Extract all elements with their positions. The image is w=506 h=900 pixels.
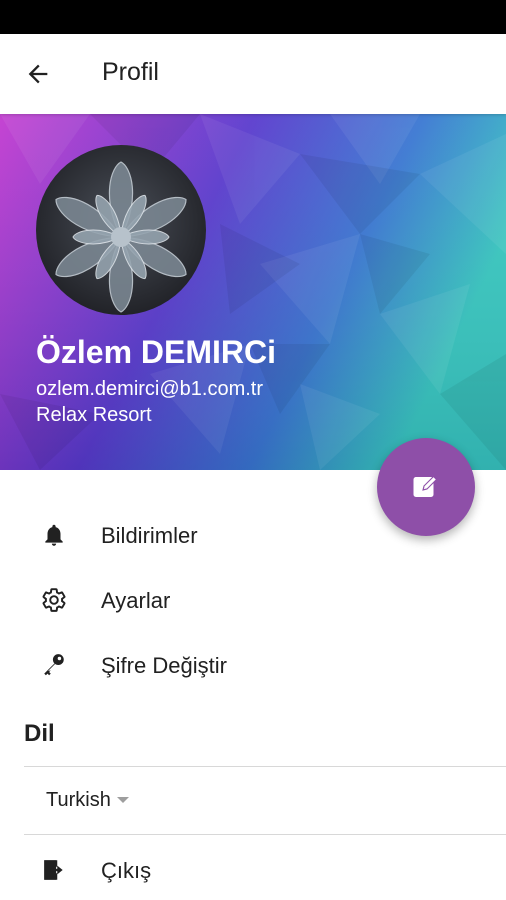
edit-icon [413,475,438,497]
menu-item-label: Bildirimler [101,523,198,548]
key-icon [40,651,68,679]
language-select[interactable]: Turkish [46,785,129,815]
menu-item-label: Şifre Değiştir [101,653,227,678]
edit-profile-button[interactable] [377,438,475,536]
menu-item-label: Ayarlar [101,588,171,613]
dropdown-arrow-icon [116,797,129,803]
divider [24,766,506,767]
profile-email: ozlem.demirci@b1.com.tr [36,378,264,400]
menu-item-label: Çıkış [101,858,152,883]
status-bar [0,0,506,34]
page-title: Profil [102,58,159,86]
app-bar: Profil [0,34,506,114]
profile-company: Relax Resort [36,404,152,426]
profile-name: Özlem DEMIRCi [36,334,277,370]
arrow-back-icon [28,64,48,84]
language-select-value: Turkish [46,788,111,811]
menu-item-settings[interactable]: Ayarlar [0,570,506,630]
divider [24,834,506,835]
language-section-title: Dil [24,720,55,747]
gear-icon [40,586,68,614]
logout-icon [40,856,68,884]
back-button[interactable] [18,56,58,92]
menu-item-logout[interactable]: Çıkış [0,840,506,900]
menu-item-change-password[interactable]: Şifre Değiştir [0,635,506,695]
bell-icon [40,521,68,549]
succulent-photo [36,145,206,315]
avatar[interactable] [36,145,206,315]
